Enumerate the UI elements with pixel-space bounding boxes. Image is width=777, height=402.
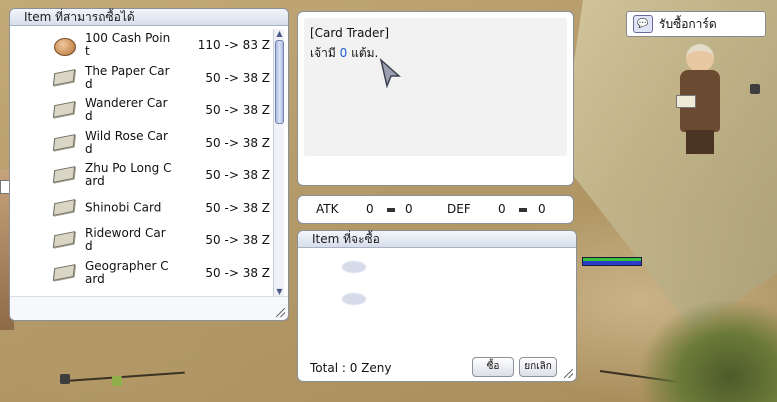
card-icon — [52, 133, 76, 151]
dialog-line: เจ้ามี 0 แต้ม. — [310, 43, 561, 63]
list-item[interactable]: Geographer Card 50 -> 38 Z — [14, 257, 276, 290]
list-item[interactable]: The Paper Card 50 -> 38 Z — [14, 62, 276, 95]
shop-item-list[interactable]: 100 Cash Point 110 -> 83 Z The Paper Car… — [14, 29, 276, 297]
scroll-thumb[interactable] — [275, 40, 284, 124]
item-price: 50 -> 38 Z — [205, 135, 270, 150]
shop-window-footer — [10, 296, 288, 320]
item-price: 50 -> 38 Z — [205, 233, 270, 248]
npc-name-bubble[interactable]: 💬 รับซื้อการ์ด — [626, 11, 766, 37]
atk-change-arrow-icon — [387, 208, 395, 212]
dialog-speaker: [Card Trader] — [310, 26, 390, 40]
atk-label: ATK — [316, 202, 339, 216]
tent-peg — [112, 376, 122, 386]
card-icon — [52, 68, 76, 86]
list-item[interactable]: Zhu Po Long Card 50 -> 38 Z — [14, 159, 276, 192]
buy-button[interactable]: ซื้อ — [472, 357, 514, 377]
coin-icon — [54, 38, 76, 57]
total-zeny: Total : 0 Zeny — [310, 361, 392, 375]
list-item[interactable]: Shinobi Card 50 -> 38 Z — [14, 192, 276, 225]
shop-scrollbar[interactable]: ▲ ▼ — [273, 29, 284, 297]
npc-dialog-window[interactable]: [Card Trader] เจ้ามี 0 แต้ม. — [297, 11, 574, 186]
item-name: Geographer Card — [85, 258, 169, 286]
palm-tree — [640, 300, 777, 402]
card-icon — [52, 231, 76, 249]
atk-bonus: 0 — [405, 202, 413, 216]
item-name: 100 Cash Point — [85, 31, 171, 59]
resize-grip-icon[interactable] — [564, 369, 573, 378]
card-icon — [52, 101, 76, 119]
card-icon — [52, 263, 76, 281]
def-label: DEF — [447, 202, 471, 216]
tent-peg — [60, 374, 70, 384]
item-price: 50 -> 38 Z — [205, 265, 270, 280]
npc-legs — [686, 130, 714, 154]
item-price: 110 -> 83 Z — [197, 38, 270, 53]
dialog-text-area: [Card Trader] เจ้ามี 0 แต้ม. — [304, 18, 567, 156]
def-bonus: 0 — [538, 202, 546, 216]
item-name: Wild Rose Card — [85, 128, 168, 156]
buy-window-title[interactable]: Item ที่จะซื้อ — [298, 231, 576, 248]
cancel-button[interactable]: ยกเลิก — [519, 357, 557, 377]
scroll-up-icon[interactable]: ▲ — [274, 29, 285, 39]
item-name: Zhu Po Long Card — [85, 161, 172, 189]
dialog-line-prefix: เจ้ามี — [310, 46, 336, 60]
item-price: 50 -> 38 Z — [205, 200, 270, 215]
empty-slot-icon — [342, 293, 366, 305]
dialog-line-suffix: แต้ม. — [351, 46, 379, 60]
npc-bubble-label: รับซื้อการ์ด — [659, 16, 717, 31]
def-value: 0 — [498, 202, 506, 216]
item-name: Shinobi Card — [85, 200, 162, 215]
card-icon — [52, 198, 76, 216]
list-item[interactable]: Wanderer Card 50 -> 38 Z — [14, 94, 276, 127]
atk-value: 0 — [366, 202, 374, 216]
list-item[interactable]: Rideword Card 50 -> 38 Z — [14, 224, 276, 257]
mouse-cursor-icon — [379, 58, 401, 88]
card-icon — [52, 166, 76, 184]
item-name: Wanderer Card — [85, 96, 168, 124]
resize-grip-icon[interactable] — [276, 308, 285, 317]
chat-icon: 💬 — [633, 15, 653, 33]
shop-window[interactable]: Item ที่สามารถซื้อได้ 100 Cash Point 110… — [9, 8, 289, 321]
item-name: The Paper Card — [85, 63, 170, 91]
dialog-points-value: 0 — [339, 46, 348, 60]
empty-slot-icon — [342, 261, 366, 273]
item-price: 50 -> 38 Z — [205, 70, 270, 85]
card-trader-npc[interactable] — [668, 40, 738, 158]
shop-window-title[interactable]: Item ที่สามารถซื้อได้ — [10, 9, 288, 26]
stats-window: ATK 0 0 DEF 0 0 — [297, 195, 574, 224]
def-change-arrow-icon — [519, 208, 527, 212]
npc-head — [686, 44, 714, 72]
item-price: 50 -> 38 Z — [205, 103, 270, 118]
item-price: 50 -> 38 Z — [205, 168, 270, 183]
list-item[interactable]: 100 Cash Point 110 -> 83 Z — [14, 29, 276, 62]
list-item[interactable]: Wild Rose Card 50 -> 38 Z — [14, 127, 276, 160]
item-name: Rideword Card — [85, 226, 166, 254]
book-icon — [676, 95, 696, 108]
buy-window[interactable]: Item ที่จะซื้อ Total : 0 Zeny ซื้อ ยกเลิ… — [297, 230, 577, 382]
tent-peg — [750, 84, 760, 94]
hp-sp-bar — [582, 257, 642, 266]
